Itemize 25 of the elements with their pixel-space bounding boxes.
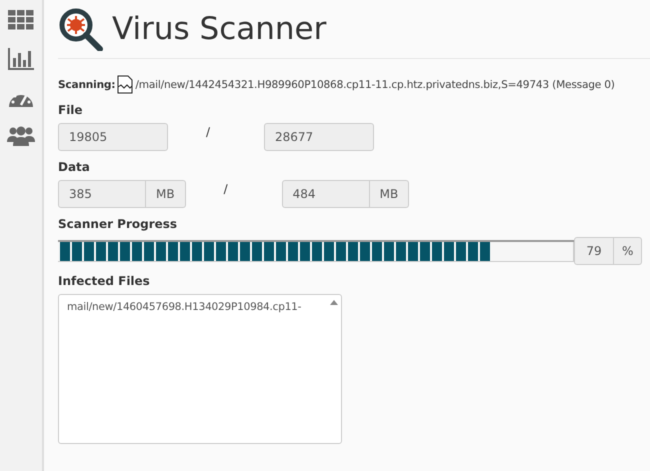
infected-files-list[interactable]: mail/new/1460457698.H134029P10984.cp11- — [58, 294, 342, 444]
infected-label: Infected Files — [58, 274, 151, 288]
bar-chart-icon[interactable] — [8, 48, 34, 70]
scroll-up-icon[interactable] — [330, 300, 338, 305]
infected-file: mail/new/1460457698.H134029P10984.cp11- — [67, 301, 302, 313]
progress-reading: 79 — [574, 237, 614, 265]
virus-search-icon — [58, 7, 104, 51]
scanning-label: Scanning: — [58, 78, 116, 90]
input-field[interactable]: 19805 — [58, 123, 168, 151]
progress-label: Scanner Progress — [58, 217, 178, 231]
data-label: Data — [58, 160, 91, 174]
unit-addon: % — [614, 237, 642, 265]
broken-file-icon — [117, 75, 134, 94]
page-title: Virus Scanner — [112, 11, 326, 47]
input-field[interactable]: 385 — [58, 180, 146, 208]
separator: / — [205, 124, 212, 139]
users-icon[interactable] — [7, 126, 35, 146]
scanning-path: /mail/new/1442454321.H989960P10868.cp11-11.cp.htz.privatedns.biz,S=49743 (Message 0) — [135, 78, 615, 90]
separator: / — [222, 181, 229, 196]
file-label: File — [58, 103, 84, 117]
unit-addon: MB — [370, 180, 410, 208]
input-field[interactable]: 484 — [282, 180, 370, 208]
unit-addon: MB — [146, 180, 186, 208]
input-field[interactable]: 28677 — [264, 123, 374, 151]
grid-icon[interactable] — [8, 10, 34, 30]
